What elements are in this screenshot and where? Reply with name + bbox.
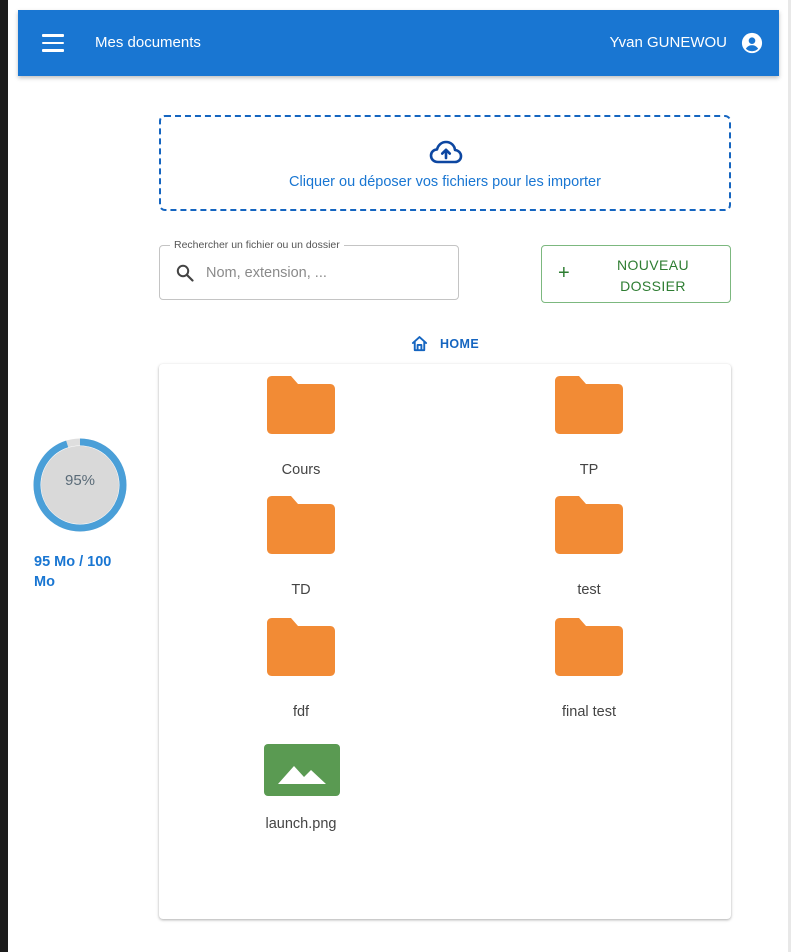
folder-item[interactable]: TP: [509, 376, 669, 486]
storage-percent: 95%: [64, 472, 96, 489]
plus-icon: +: [558, 262, 570, 284]
file-item[interactable]: launch.png: [221, 728, 381, 838]
left-edge: [0, 0, 8, 952]
folder-icon: [555, 496, 623, 554]
account-circle-icon[interactable]: [741, 32, 763, 54]
item-name: TD: [291, 582, 311, 598]
storage-usage-text: 95 Mo / 100 Mo: [34, 554, 112, 590]
hamburger-menu-icon[interactable]: [42, 34, 64, 52]
search-input[interactable]: [204, 260, 448, 286]
app-bar: Mes documents Yvan GUNEWOU: [18, 10, 779, 76]
new-folder-button[interactable]: + NOUVEAU DOSSIER: [541, 245, 731, 303]
search-label: Rechercher un fichier ou un dossier: [170, 239, 344, 251]
item-name: Cours: [281, 462, 321, 478]
folder-icon: [267, 618, 335, 676]
image-file-icon: [264, 744, 340, 796]
folder-item[interactable]: TD: [221, 496, 381, 606]
file-dropzone[interactable]: Cliquer ou déposer vos fichiers pour les…: [159, 115, 731, 211]
folder-icon: [555, 618, 623, 676]
item-name: TP: [579, 462, 599, 478]
item-name: test: [577, 582, 601, 598]
search-field[interactable]: Rechercher un fichier ou un dossier: [159, 239, 459, 300]
folder-icon: [555, 376, 623, 434]
home-icon: [411, 336, 428, 352]
user-name[interactable]: Yvan GUNEWOU: [609, 34, 727, 51]
item-name: launch.png: [265, 816, 337, 832]
item-name: fdf: [292, 704, 310, 720]
folder-item[interactable]: Cours: [221, 376, 381, 486]
app-title: Mes documents: [95, 34, 201, 51]
file-browser-card: Cours TP TD test fdf final test launch.p…: [159, 364, 731, 919]
folder-icon: [267, 376, 335, 434]
cloud-upload-icon: [429, 140, 463, 164]
folder-icon: [267, 496, 335, 554]
dropzone-text: Cliquer ou déposer vos fichiers pour les…: [289, 174, 601, 190]
search-icon: [176, 264, 194, 282]
breadcrumb-label: HOME: [440, 337, 480, 351]
folder-item[interactable]: fdf: [221, 618, 381, 728]
item-name: final test: [562, 704, 616, 720]
folder-item[interactable]: final test: [509, 618, 669, 728]
folder-item[interactable]: test: [509, 496, 669, 606]
new-folder-label: NOUVEAU DOSSIER: [616, 257, 690, 294]
